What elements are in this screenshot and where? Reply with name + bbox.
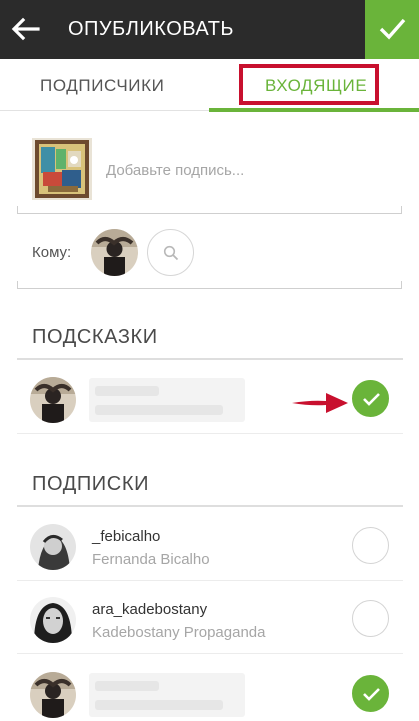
username: ara_kadebostany — [92, 601, 208, 618]
recipients-divider — [17, 281, 402, 289]
obscured-user-info — [89, 673, 245, 717]
tab-subscribers-label: ПОДПИСЧИКИ — [40, 76, 165, 95]
checkmark-icon — [363, 688, 380, 701]
page-title: ОПУБЛИКОВАТЬ — [68, 18, 235, 40]
full-name: Fernanda Bicalho — [92, 551, 210, 568]
obscured-user-info — [89, 378, 245, 422]
section-title-suggestions: ПОДСКАЗКИ — [32, 326, 158, 348]
checkmark-icon — [363, 393, 380, 406]
select-toggle[interactable] — [352, 527, 389, 564]
search-recipient-button[interactable] — [147, 229, 194, 276]
following-row[interactable]: ara_kadebostany Kadebostany Propaganda — [17, 584, 403, 654]
tab-subscribers[interactable]: ПОДПИСЧИКИ — [0, 59, 209, 111]
section-rule — [17, 505, 403, 507]
caption-input[interactable] — [100, 150, 400, 190]
following-row[interactable] — [17, 659, 403, 721]
avatar — [30, 672, 76, 718]
select-toggle-selected[interactable] — [352, 380, 389, 417]
back-button[interactable] — [8, 9, 48, 49]
section-title-following: ПОДПИСКИ — [32, 473, 150, 495]
checkmark-icon — [379, 18, 406, 40]
select-toggle[interactable] — [352, 600, 389, 637]
search-icon — [163, 245, 179, 261]
following-row[interactable]: _febicalho Fernanda Bicalho — [17, 511, 403, 581]
to-label: Кому: — [32, 244, 72, 261]
publish-confirm-button[interactable] — [365, 0, 419, 59]
tab-bar: ПОДПИСЧИКИ ВХОДЯЩИЕ — [0, 59, 419, 112]
section-rule — [17, 358, 403, 360]
media-thumbnail — [32, 138, 92, 200]
top-bar: ОПУБЛИКОВАТЬ — [0, 0, 419, 59]
arrow-left-icon — [11, 17, 40, 41]
tab-incoming[interactable]: ВХОДЯЩИЕ — [209, 59, 419, 112]
select-toggle-selected[interactable] — [352, 675, 389, 712]
avatar — [30, 597, 76, 643]
avatar — [30, 524, 76, 570]
suggestion-row[interactable] — [17, 364, 403, 434]
active-tab-indicator — [209, 108, 419, 112]
avatar — [30, 377, 76, 423]
caption-divider — [17, 206, 402, 214]
username: _febicalho — [92, 528, 161, 545]
recipient-avatar[interactable] — [91, 229, 138, 276]
full-name: Kadebostany Propaganda — [92, 624, 266, 641]
tab-incoming-label: ВХОДЯЩИЕ — [265, 76, 368, 95]
